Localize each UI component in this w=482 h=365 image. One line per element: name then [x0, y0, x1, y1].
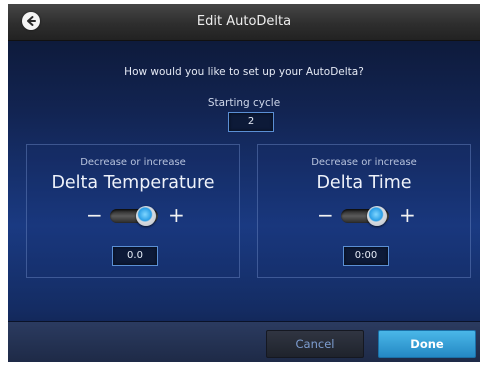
starting-cycle-field[interactable]: 2 — [228, 112, 274, 132]
delta-time-toggle[interactable] — [341, 206, 389, 226]
cancel-button[interactable]: Cancel — [266, 330, 364, 358]
delta-temperature-title: Delta Temperature — [51, 173, 215, 193]
delta-temperature-toggle[interactable] — [110, 206, 158, 226]
starting-cycle-label: Starting cycle — [207, 97, 281, 109]
page-title: Edit AutoDelta — [196, 14, 292, 29]
edit-autodelta-screen: Edit AutoDelta How would you like to set… — [8, 4, 480, 362]
done-button[interactable]: Done — [378, 330, 476, 358]
increase-time-button[interactable]: + — [399, 205, 416, 225]
increase-temperature-button[interactable]: + — [168, 205, 185, 225]
delta-time-field[interactable]: 0:00 — [343, 246, 389, 266]
delta-time-subtitle: Decrease or increase — [311, 157, 417, 168]
decrease-temperature-button[interactable]: − — [86, 205, 103, 225]
toggle-knob[interactable] — [367, 206, 387, 226]
delta-temperature-subtitle: Decrease or increase — [80, 157, 186, 168]
delta-time-title: Delta Time — [316, 173, 412, 193]
delta-temperature-field[interactable]: 0.0 — [112, 246, 158, 266]
title-bar: Edit AutoDelta — [8, 4, 480, 41]
bottom-bar: Cancel Done — [8, 321, 480, 362]
decrease-time-button[interactable]: − — [317, 205, 334, 225]
toggle-knob[interactable] — [136, 206, 156, 226]
delta-temperature-panel: Decrease or increase Delta Temperature −… — [26, 144, 240, 278]
setup-question: How would you like to set up your AutoDe… — [124, 66, 364, 78]
delta-time-panel: Decrease or increase Delta Time − + 0:00 — [257, 144, 471, 278]
